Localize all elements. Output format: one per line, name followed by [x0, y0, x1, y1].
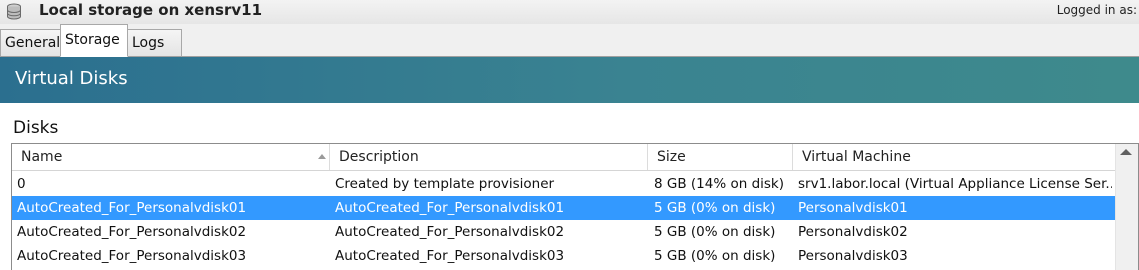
- cell-description: AutoCreated_For_Personalvdisk01: [335, 200, 565, 216]
- table-header: Name Description Size Virtual Machine: [12, 144, 1115, 171]
- disks-label: Disks: [13, 118, 59, 138]
- cell-virtual-machine: Personalvdisk01: [798, 200, 908, 216]
- tab-logs[interactable]: Logs: [127, 29, 182, 57]
- window-title: Local storage on xensrv11: [39, 1, 263, 19]
- tab-strip: General Storage Logs: [0, 24, 1139, 57]
- sort-ascending-icon: [318, 154, 326, 159]
- disks-table[interactable]: Name Description Size Virtual Machine 0 …: [11, 143, 1139, 270]
- column-header-description[interactable]: Description: [330, 144, 648, 170]
- cell-virtual-machine: srv1.labor.local (Virtual Appliance Lice…: [798, 176, 1112, 192]
- cell-name: AutoCreated_For_Personalvdisk03: [17, 248, 247, 264]
- cell-description: Created by template provisioner: [335, 176, 555, 192]
- table-row[interactable]: 0 Created by template provisioner 8 GB (…: [12, 172, 1115, 196]
- cell-size: 5 GB (0% on disk): [654, 248, 776, 264]
- cell-virtual-machine: Personalvdisk02: [798, 224, 908, 240]
- tab-storage[interactable]: Storage: [60, 24, 128, 57]
- cell-size: 5 GB (0% on disk): [654, 200, 776, 216]
- tab-general[interactable]: General: [0, 29, 61, 57]
- page-title: Virtual Disks: [15, 68, 128, 89]
- storage-icon: [6, 3, 22, 20]
- cell-name: 0: [17, 176, 26, 192]
- cell-description: AutoCreated_For_Personalvdisk03: [335, 248, 565, 264]
- table-row-selected[interactable]: AutoCreated_For_Personalvdisk01 AutoCrea…: [12, 196, 1115, 220]
- scroll-up-icon[interactable]: [1120, 149, 1132, 155]
- column-header-name[interactable]: Name: [12, 144, 330, 170]
- column-header-virtual-machine[interactable]: Virtual Machine: [793, 144, 1115, 170]
- cell-name: AutoCreated_For_Personalvdisk01: [17, 200, 247, 216]
- section-header: Virtual Disks: [0, 57, 1139, 103]
- cell-description: AutoCreated_For_Personalvdisk02: [335, 224, 565, 240]
- title-bar: Local storage on xensrv11 Logged in as:: [0, 0, 1139, 24]
- cell-size: 8 GB (14% on disk): [654, 176, 785, 192]
- table-row[interactable]: AutoCreated_For_Personalvdisk03 AutoCrea…: [12, 244, 1115, 268]
- column-header-size[interactable]: Size: [648, 144, 793, 170]
- column-header-label: Name: [21, 149, 63, 165]
- cell-virtual-machine: Personalvdisk03: [798, 248, 908, 264]
- vertical-scrollbar[interactable]: [1115, 144, 1138, 270]
- cell-size: 5 GB (0% on disk): [654, 224, 776, 240]
- logged-in-label: Logged in as:: [1056, 3, 1137, 17]
- table-row[interactable]: AutoCreated_For_Personalvdisk02 AutoCrea…: [12, 220, 1115, 244]
- cell-name: AutoCreated_For_Personalvdisk02: [17, 224, 247, 240]
